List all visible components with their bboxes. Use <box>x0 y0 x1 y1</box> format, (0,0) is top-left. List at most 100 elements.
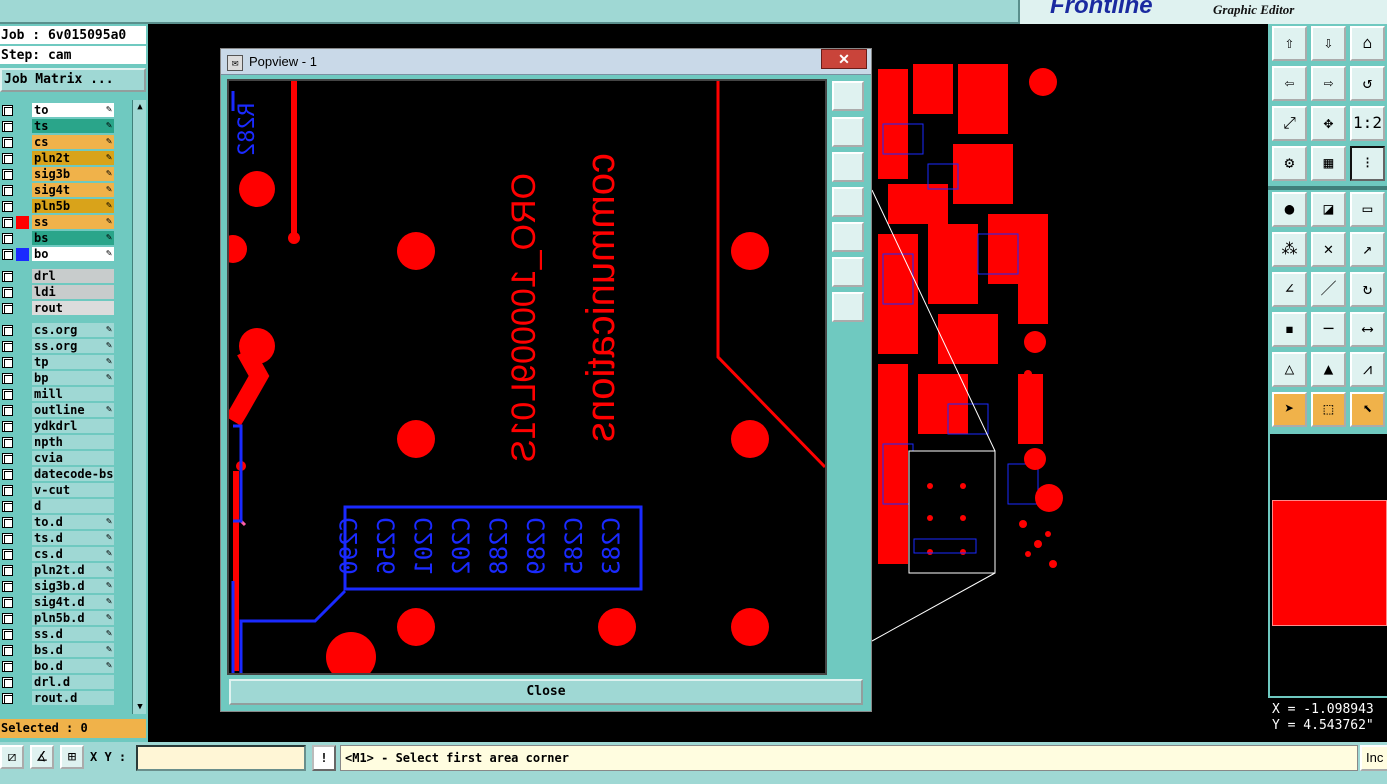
pan-left-tool-icon[interactable]: ⇦ <box>1272 66 1307 101</box>
line-draw-icon[interactable]: ／ <box>1311 272 1346 307</box>
pan-left-icon[interactable] <box>832 187 864 217</box>
layer-name[interactable]: sig3b.d ✎ <box>32 579 114 593</box>
layer-checkbox[interactable] <box>2 121 13 132</box>
layer-name[interactable]: drl <box>32 269 114 283</box>
layer-checkbox[interactable] <box>2 201 13 212</box>
layer-name[interactable]: sig4t.d ✎ <box>32 595 114 609</box>
inc-button[interactable]: Inc <box>1360 745 1387 771</box>
layer-checkbox[interactable] <box>2 645 13 656</box>
layer-row[interactable]: mill <box>0 386 132 402</box>
layer-row[interactable]: bp ✎ <box>0 370 132 386</box>
layer-row[interactable]: to.d ✎ <box>0 514 132 530</box>
grid-icon[interactable]: ▦ <box>1311 146 1346 181</box>
layer-name[interactable]: pln5b ✎ <box>32 199 114 213</box>
layer-display-icon[interactable]: ⁝ <box>1350 146 1385 181</box>
connect-icon[interactable]: ↗ <box>1350 232 1385 267</box>
layer-checkbox[interactable] <box>2 485 13 496</box>
job-matrix-button[interactable]: Job Matrix ... <box>0 68 146 92</box>
layer-row[interactable]: tp ✎ <box>0 354 132 370</box>
layer-row[interactable]: rout <box>0 300 132 316</box>
layer-row[interactable]: outline ✎ <box>0 402 132 418</box>
zoom-fit-icon[interactable] <box>832 81 864 111</box>
layer-row[interactable]: cs ✎ <box>0 134 132 150</box>
layer-name[interactable]: to.d ✎ <box>32 515 114 529</box>
layer-checkbox[interactable] <box>2 303 13 314</box>
scroll-down-icon[interactable]: ▼ <box>134 701 146 713</box>
layer-name[interactable]: bs ✎ <box>32 231 114 245</box>
layer-checkbox[interactable] <box>2 357 13 368</box>
pan-right-tool-icon[interactable]: ⇨ <box>1311 66 1346 101</box>
layer-name[interactable]: mill <box>32 387 114 401</box>
layer-row[interactable]: bs ✎ <box>0 230 132 246</box>
layer-name[interactable]: cs.org ✎ <box>32 323 114 337</box>
xy-input[interactable] <box>136 745 306 771</box>
layer-row[interactable]: cs.org ✎ <box>0 322 132 338</box>
layer-checkbox[interactable] <box>2 137 13 148</box>
layer-row[interactable]: bo ✎ <box>0 246 132 262</box>
layer-row[interactable]: drl.d <box>0 674 132 690</box>
layer-checkbox[interactable] <box>2 517 13 528</box>
layer-name[interactable]: outline ✎ <box>32 403 114 417</box>
layer-row[interactable]: sig4t.d ✎ <box>0 594 132 610</box>
layer-checkbox[interactable] <box>2 325 13 336</box>
window-close-button[interactable]: ✕ <box>821 49 867 69</box>
distance-icon[interactable]: ⟷ <box>1350 312 1385 347</box>
popview-titlebar[interactable]: ✉ Popview - 1 ✕ <box>221 49 871 75</box>
layer-name[interactable]: to ✎ <box>32 103 114 117</box>
zoom-out-icon[interactable] <box>832 292 864 322</box>
layer-row[interactable]: pln2t ✎ <box>0 150 132 166</box>
layer-row[interactable]: ts ✎ <box>0 118 132 134</box>
layer-row[interactable]: rout.d <box>0 690 132 706</box>
layer-name[interactable]: ts.d ✎ <box>32 531 114 545</box>
layer-name[interactable]: pln2t ✎ <box>32 151 114 165</box>
popview-canvas[interactable]: communications ORO_100009L01S R282 C290 C… <box>227 79 827 675</box>
popview-close-button[interactable]: Close <box>229 679 863 705</box>
layer-name[interactable]: bs.d ✎ <box>32 643 114 657</box>
layer-checkbox[interactable] <box>2 169 13 180</box>
layer-name[interactable]: rout.d <box>32 691 114 705</box>
layer-checkbox[interactable] <box>2 581 13 592</box>
scroll-up-icon[interactable]: ▲ <box>134 101 146 113</box>
layer-row[interactable]: npth <box>0 434 132 450</box>
angle-mode-icon[interactable]: ∡ <box>30 745 54 769</box>
layer-checkbox[interactable] <box>2 549 13 560</box>
layer-name[interactable]: datecode-bs <box>32 467 114 481</box>
zoom-pan-icon[interactable]: ✥ <box>1311 106 1346 141</box>
layer-name[interactable]: sig3b ✎ <box>32 167 114 181</box>
line-angle-icon[interactable]: ∠ <box>1272 272 1307 307</box>
layer-checkbox[interactable] <box>2 217 13 228</box>
layer-checkbox[interactable] <box>2 421 13 432</box>
layer-name[interactable]: d <box>32 499 114 513</box>
layer-checkbox[interactable] <box>2 249 13 260</box>
pan-up-tool-icon[interactable]: ⇧ <box>1272 26 1307 61</box>
layer-row[interactable]: bo.d ✎ <box>0 658 132 674</box>
layer-checkbox[interactable] <box>2 453 13 464</box>
line-segment-icon[interactable]: ─ <box>1311 312 1346 347</box>
layer-row[interactable]: drl <box>0 268 132 284</box>
layer-name[interactable]: ts ✎ <box>32 119 114 133</box>
layer-name[interactable]: ss.d ✎ <box>32 627 114 641</box>
layer-checkbox[interactable] <box>2 405 13 416</box>
layer-checkbox[interactable] <box>2 105 13 116</box>
pad-select-icon[interactable]: ● <box>1272 192 1307 227</box>
pan-down-icon[interactable] <box>832 152 864 182</box>
layer-row[interactable]: cs.d ✎ <box>0 546 132 562</box>
layer-row[interactable]: bs.d ✎ <box>0 642 132 658</box>
layer-name[interactable]: ldi <box>32 285 114 299</box>
layer-row[interactable]: ldi <box>0 284 132 300</box>
layer-name[interactable]: bo ✎ <box>32 247 114 261</box>
layer-name[interactable]: pln2t.d ✎ <box>32 563 114 577</box>
net-select-icon[interactable]: ◪ <box>1311 192 1346 227</box>
layer-name[interactable]: drl.d <box>32 675 114 689</box>
pointer-icon[interactable]: ➤ <box>1272 392 1307 427</box>
layer-name[interactable]: bo.d ✎ <box>32 659 114 673</box>
layer-checkbox[interactable] <box>2 233 13 244</box>
layer-checkbox[interactable] <box>2 693 13 704</box>
layer-name[interactable]: cs ✎ <box>32 135 114 149</box>
settings-icon[interactable]: ⚙ <box>1272 146 1307 181</box>
layer-checkbox[interactable] <box>2 613 13 624</box>
layer-name[interactable]: npth <box>32 435 114 449</box>
pan-down-tool-icon[interactable]: ⇩ <box>1311 26 1346 61</box>
layer-row[interactable]: ss.d ✎ <box>0 626 132 642</box>
angle-measure-icon[interactable]: ▲ <box>1311 352 1346 387</box>
